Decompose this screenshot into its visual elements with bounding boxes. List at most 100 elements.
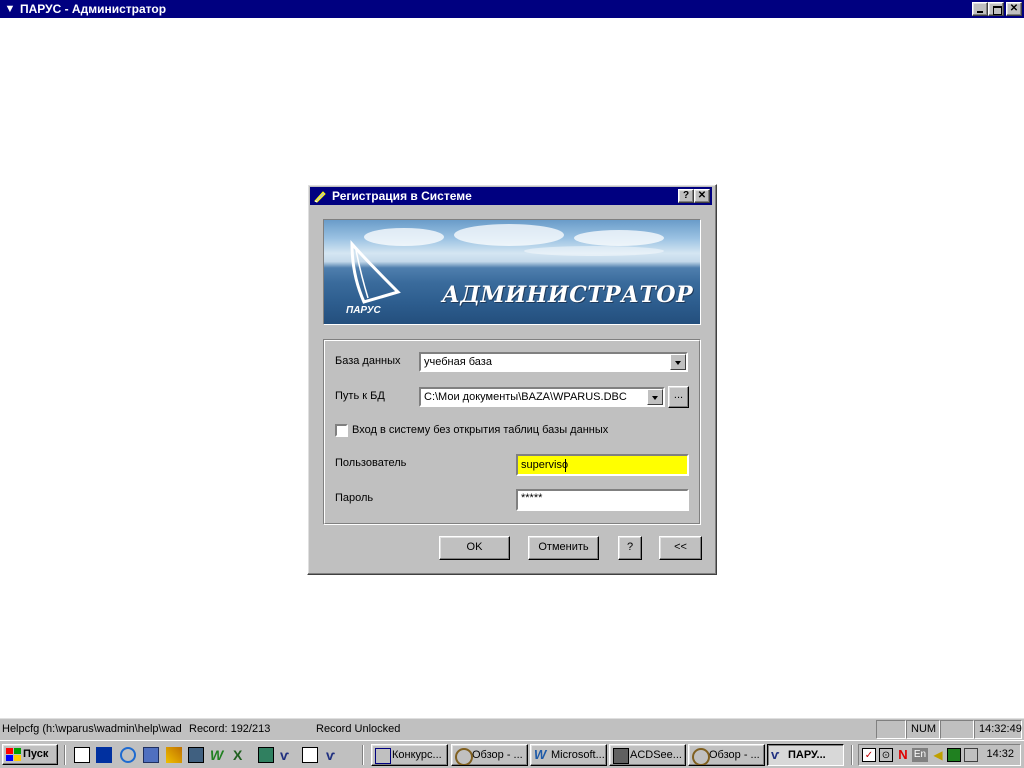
start-label: Пуск <box>23 748 49 760</box>
db-path-select[interactable]: C:\Мои документы\BAZA\WPARUS.DBC <box>419 387 665 407</box>
user-value: superviso <box>521 459 569 471</box>
cancel-label: Отменить <box>538 541 589 553</box>
separator <box>851 745 853 765</box>
minimize-icon <box>977 11 983 13</box>
start-button[interactable]: Пуск <box>2 744 58 765</box>
no-tables-checkbox[interactable] <box>335 424 348 437</box>
task-button-2[interactable]: W Microsoft... <box>530 744 607 766</box>
status-record: Record: 192/213 <box>189 723 271 735</box>
status-empty-2 <box>940 720 974 739</box>
close-button[interactable]: ✕ <box>1006 2 1022 16</box>
logo-text: ПАРУС <box>346 305 381 316</box>
cancel-button[interactable]: Отменить <box>528 536 599 560</box>
browse-button[interactable]: ... <box>668 386 689 408</box>
magnifier-icon <box>692 748 710 765</box>
status-time: 14:32:49 <box>974 720 1022 739</box>
task-button-0[interactable]: Конкурс... <box>371 744 448 766</box>
ok-label: OK <box>466 541 483 553</box>
task-button-1[interactable]: Обзор - ... <box>451 744 528 766</box>
restore-icon <box>993 6 1002 15</box>
network-icon[interactable] <box>143 747 159 763</box>
terminal-icon[interactable] <box>188 747 204 763</box>
status-num: NUM <box>906 720 940 739</box>
dialog-title-bar: Регистрация в Системе ? ✕ <box>310 187 712 205</box>
notepad-icon[interactable] <box>74 747 90 763</box>
user-label: Пользователь <box>335 457 407 469</box>
task-button-3[interactable]: ACDSee... <box>609 744 686 766</box>
help-button[interactable]: ? <box>618 536 642 560</box>
status-empty-1 <box>876 720 906 739</box>
app-title-bar: ▼ ПАРУС - Администратор ✕ <box>0 0 1024 18</box>
clock: 14:32 <box>986 748 1014 760</box>
db-path-label: Путь к БД <box>335 390 385 402</box>
text-cursor <box>565 459 566 472</box>
app-icon[interactable]: ▼ <box>3 2 17 16</box>
sail-logo-icon <box>350 240 401 304</box>
restore-button[interactable] <box>988 2 1004 16</box>
mail-check-icon[interactable]: ✓ <box>862 748 876 762</box>
speaker-icon[interactable]: ◀ <box>931 748 945 762</box>
cloud <box>454 224 564 246</box>
pencil-icon[interactable] <box>166 747 182 763</box>
app-title: ПАРУС - Администратор <box>20 2 167 16</box>
user-input[interactable]: superviso <box>516 454 689 476</box>
status-bar: Helpcfg (h:\wparus\wadmin\help\wad Recor… <box>0 718 1024 740</box>
cloud <box>524 246 664 256</box>
dialog-help-button[interactable]: ? <box>678 189 694 203</box>
chevron-down-icon[interactable] <box>670 354 686 370</box>
login-dialog: Регистрация в Системе ? ✕ ПАРУС АДМИНИСТ… <box>307 184 717 575</box>
ok-button[interactable]: OK <box>439 536 510 560</box>
task-label: Microsoft... <box>551 749 605 761</box>
document-icon[interactable] <box>302 747 318 763</box>
browse-label: ... <box>673 389 684 401</box>
task-label: Обзор - ... <box>709 749 760 761</box>
banner-title: АДМИНИСТРАТОР <box>442 282 694 308</box>
db-path-value: C:\Мои документы\BAZA\WPARUS.DBC <box>424 391 627 403</box>
n-icon[interactable]: N <box>896 748 910 762</box>
parus-icon: ⱱ <box>771 747 779 762</box>
windows-logo-icon <box>6 748 21 761</box>
chevron-down-icon[interactable] <box>647 389 663 405</box>
window-icon <box>375 748 391 764</box>
cloud <box>574 230 664 246</box>
close-icon: ✕ <box>697 190 707 201</box>
system-tray: ✓ ⊙ N En ◀ 14:32 <box>858 744 1021 766</box>
language-indicator[interactable]: En <box>912 748 928 762</box>
task-label: Обзор - ... <box>472 749 523 761</box>
task-button-5[interactable]: ⱱ ПАРУ... <box>767 744 844 766</box>
parus-admin-icon[interactable]: ⱱ <box>326 747 342 763</box>
pen-icon <box>314 191 326 203</box>
close-icon: ✕ <box>1009 3 1019 14</box>
dialog-title: Регистрация в Системе <box>332 189 472 203</box>
login-form-group: База данных учебная база Путь к БД C:\Мо… <box>323 339 701 525</box>
collapse-button[interactable]: << <box>659 536 702 560</box>
task-label: Конкурс... <box>392 749 442 761</box>
scheduler-icon[interactable]: ⊙ <box>879 748 893 762</box>
taskbar: Пуск W X ⱱ ⱱ Конкурс... Обзор - ... W Mi… <box>0 740 1024 768</box>
status-lock: Record Unlocked <box>316 723 401 735</box>
magnifier-icon <box>455 748 473 765</box>
collapse-label: << <box>674 541 687 553</box>
minimize-button[interactable] <box>972 2 988 16</box>
database-select[interactable]: учебная база <box>419 352 688 372</box>
book-icon[interactable] <box>96 747 112 763</box>
database-label: База данных <box>335 355 401 367</box>
banner-image: ПАРУС АДМИНИСТРАТОР <box>323 219 701 325</box>
word-icon[interactable]: W <box>210 747 226 763</box>
screen-icon[interactable] <box>258 747 274 763</box>
database-value: учебная база <box>424 356 492 368</box>
dialog-close-button[interactable]: ✕ <box>694 189 710 203</box>
task-button-4[interactable]: Обзор - ... <box>688 744 765 766</box>
network-tray-icon[interactable] <box>947 748 961 762</box>
password-input[interactable]: ***** <box>516 489 689 511</box>
image-viewer-icon <box>613 748 629 764</box>
password-label: Пароль <box>335 492 374 504</box>
monitor-tray-icon[interactable] <box>964 748 978 762</box>
question-icon: ? <box>626 541 634 553</box>
password-value: ***** <box>521 492 543 504</box>
parus-app-icon[interactable]: ⱱ <box>280 747 296 763</box>
separator <box>64 745 66 765</box>
separator <box>362 745 364 765</box>
internet-explorer-icon[interactable] <box>120 747 136 763</box>
excel-icon[interactable]: X <box>233 747 249 763</box>
